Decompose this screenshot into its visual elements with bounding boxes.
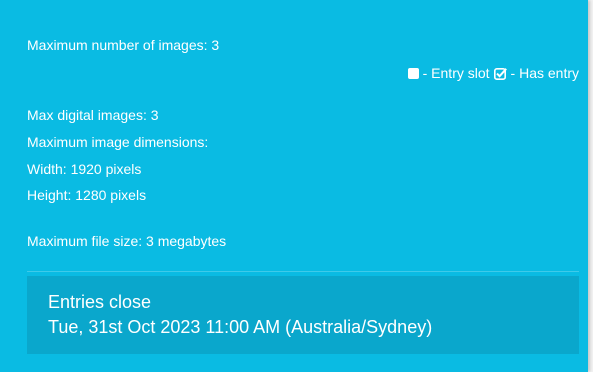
entries-close-date: Tue, 31st Oct 2023 11:00 AM (Australia/S… <box>48 317 433 337</box>
max-width-text: Width: 1920 pixels <box>27 161 142 177</box>
entry-slot-label: - Entry slot <box>422 65 490 81</box>
has-entry-label: - Has entry <box>510 65 579 81</box>
max-file-size-text: Maximum file size: 3 megabytes <box>27 233 227 249</box>
entry-legend: - Entry slot - Has entry <box>407 65 579 82</box>
square-icon <box>407 68 419 79</box>
entry-info-panel: Maximum number of images: 3 - Entry slot… <box>0 0 588 372</box>
max-height-text: Height: 1280 pixels <box>27 187 147 203</box>
max-dimensions-heading: Maximum image dimensions: <box>27 134 209 150</box>
max-images-text: Maximum number of images: 3 <box>27 37 220 53</box>
max-digital-images-text: Max digital images: 3 <box>27 107 159 123</box>
divider <box>27 271 579 272</box>
entries-close-title: Entries close <box>48 292 152 312</box>
checked-square-icon <box>493 67 507 80</box>
entries-close-box: Entries close Tue, 31st Oct 2023 11:00 A… <box>27 276 579 354</box>
